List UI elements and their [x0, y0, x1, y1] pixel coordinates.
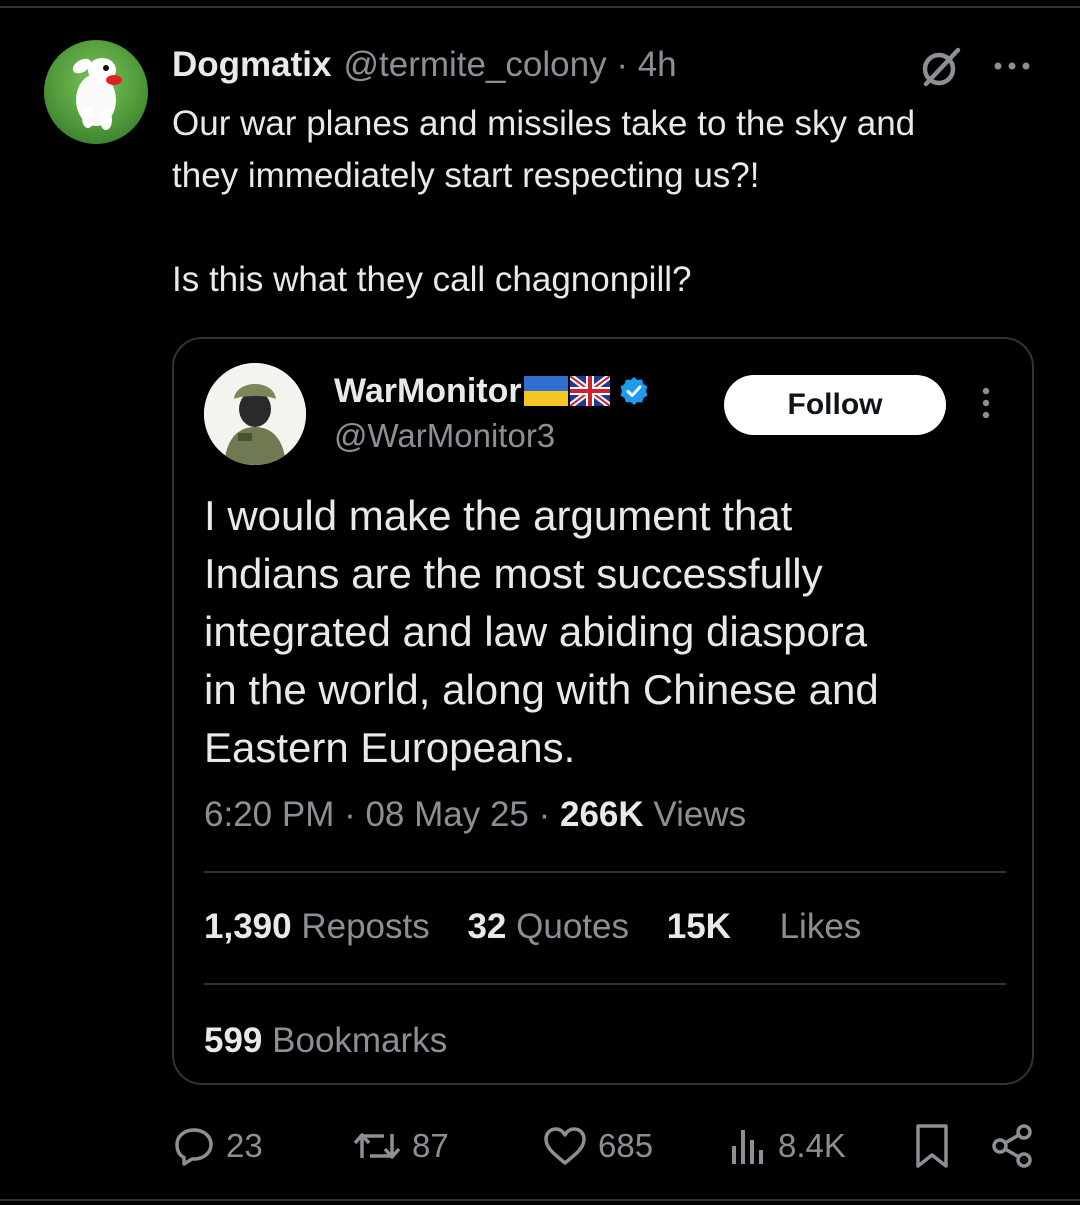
quoted-more-icon[interactable] [974, 383, 998, 423]
share-button[interactable] [988, 1118, 1046, 1174]
quoted-timestamp[interactable]: 6:20 PM · 08 May 25 · [204, 795, 560, 834]
quotes-stat[interactable]: 32 Quotes [467, 907, 629, 946]
repost-count: 87 [412, 1127, 449, 1164]
views-count: 266K [559, 795, 644, 834]
divider [204, 983, 1006, 985]
bookmark-button[interactable] [912, 1118, 962, 1174]
like-count: 685 [598, 1127, 654, 1164]
tweet-text-line: Is this what they call chagnonpill? [172, 260, 692, 299]
quoted-tweet-text: I would make the argument that Indians a… [204, 487, 1004, 777]
reply-button[interactable]: 23 [172, 1118, 263, 1174]
repost-button[interactable]: 87 [352, 1118, 449, 1174]
tweet-text-line: Our war planes and missiles take to the … [172, 104, 916, 143]
likes-stat[interactable]: 15K Likes [667, 907, 862, 946]
quoted-text-line: I would make the argument that [204, 492, 793, 539]
views-icon [732, 1130, 763, 1164]
quoted-author-avatar[interactable] [204, 363, 306, 465]
engagement-stats: 1,390 Reposts 32 Quotes 15K Likes [204, 907, 889, 947]
quoted-text-line: integrated and law abiding diaspora [204, 608, 868, 655]
author-name[interactable]: Dogmatix [172, 45, 331, 85]
tweet-header: Dogmatix @termite_colony · 4h [172, 42, 677, 88]
reply-icon [175, 1128, 213, 1166]
top-divider [0, 6, 1080, 8]
quoted-text-line: Eastern Europeans. [204, 724, 576, 771]
like-icon [544, 1127, 586, 1165]
grok-icon[interactable] [918, 44, 964, 90]
quoted-author-handle[interactable]: @WarMonitor3 [334, 417, 555, 455]
follow-button[interactable]: Follow [724, 375, 946, 435]
uk-flag-icon [569, 376, 610, 406]
quoted-text-line: Indians are the most successfully [204, 550, 823, 597]
repost-icon [353, 1133, 401, 1159]
ukraine-flag-icon [523, 376, 568, 406]
quoted-author-name[interactable]: WarMonitor [334, 372, 522, 411]
more-icon[interactable] [990, 48, 1034, 84]
quoted-author-name-row: WarMonitor [334, 369, 650, 413]
reply-count: 23 [226, 1127, 263, 1164]
author-avatar[interactable] [44, 40, 148, 144]
verified-icon [620, 377, 648, 405]
quoted-timestamp-views: 6:20 PM · 08 May 25 · 266K Views [204, 795, 746, 835]
author-handle-time[interactable]: @termite_colony · 4h [343, 45, 676, 85]
tweet-text-line: they immediately start respecting us?! [172, 156, 760, 195]
bottom-divider [0, 1199, 1080, 1201]
bookmarks-stat[interactable]: 599 Bookmarks [204, 1021, 447, 1061]
quoted-tweet-card[interactable]: WarMonitor @WarMonitor3 Follow I would m… [172, 337, 1034, 1085]
tweet-text: Our war planes and missiles take to the … [172, 98, 1052, 306]
action-bar: 23 87 685 8.4K [0, 1118, 1080, 1174]
like-button[interactable]: 685 [542, 1118, 653, 1174]
quoted-text-line: in the world, along with Chinese and [204, 666, 879, 713]
views-button[interactable]: 8.4K [728, 1118, 846, 1174]
bookmark-icon [916, 1124, 948, 1168]
divider [204, 871, 1006, 873]
share-icon [992, 1124, 1032, 1168]
reposts-stat[interactable]: 1,390 Reposts [204, 907, 430, 946]
views-count-action: 8.4K [778, 1127, 846, 1164]
views-label: Views [643, 795, 747, 834]
